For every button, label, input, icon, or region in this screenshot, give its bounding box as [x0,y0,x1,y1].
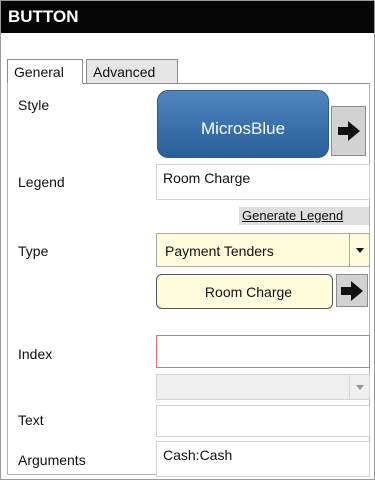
text-label: Text [18,412,44,428]
legend-field[interactable]: Room Charge [156,164,370,200]
chevron-down-icon [349,375,369,399]
legend-label: Legend [18,174,65,190]
index-dropdown [156,374,370,400]
button-properties-panel: BUTTON General Advanced Style MicrosBlue… [0,0,375,480]
style-preview-button[interactable]: MicrosBlue [157,90,329,158]
style-label: Style [18,97,50,113]
arguments-field[interactable]: Cash:Cash [156,441,370,477]
type-label: Type [18,243,49,259]
tender-select-button[interactable]: Room Charge [156,274,333,309]
generate-legend-link[interactable]: Generate Legend [239,207,369,225]
tab-advanced[interactable]: Advanced [86,59,178,84]
index-field[interactable] [156,335,370,368]
chevron-down-icon[interactable] [349,234,369,266]
style-select-button[interactable] [331,106,366,156]
arguments-label: Arguments [18,452,86,468]
tab-general[interactable]: General [7,59,83,84]
tender-arrow-button[interactable] [336,274,368,307]
arrow-right-icon [341,280,363,301]
type-selected-value: Payment Tenders [165,243,274,259]
window-title: BUTTON [1,1,374,33]
type-select[interactable]: Payment Tenders [156,233,370,267]
arrow-right-icon [337,121,360,141]
text-field[interactable] [156,405,370,437]
index-label: Index [18,346,53,362]
